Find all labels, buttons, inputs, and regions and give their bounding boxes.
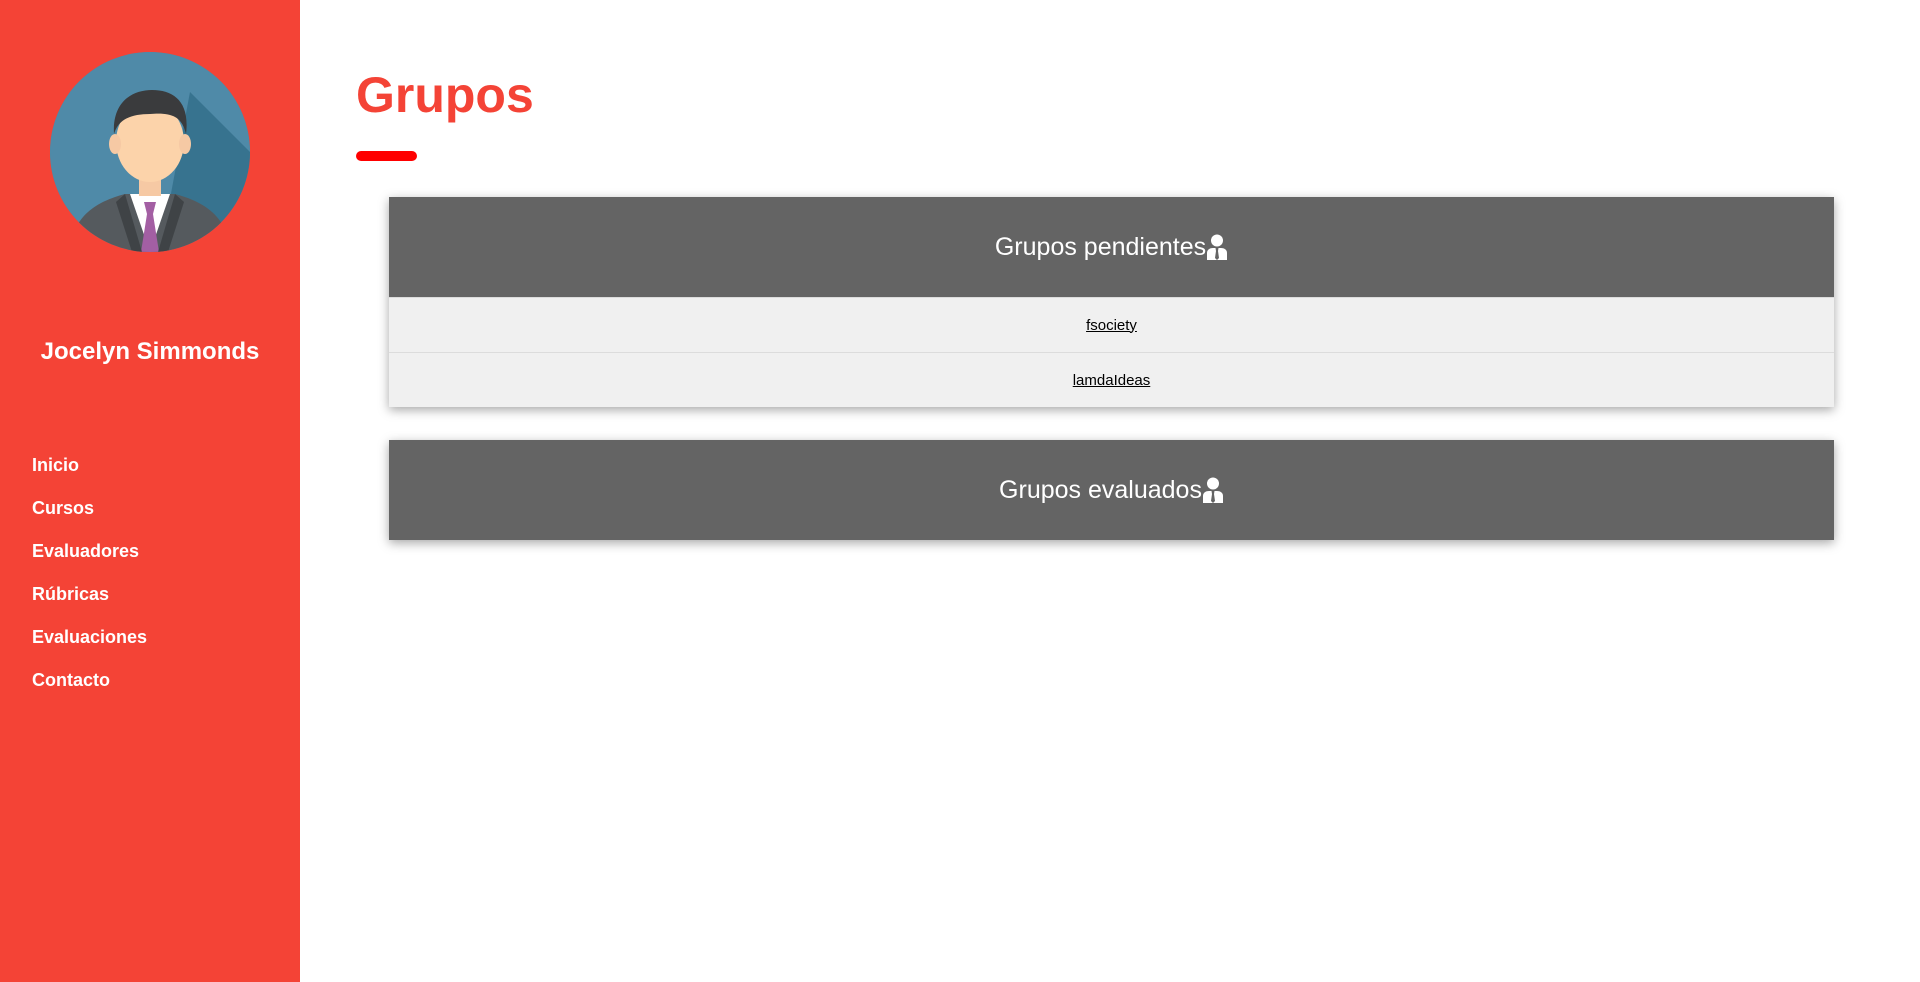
avatar-illustration xyxy=(50,52,250,252)
nav-item: Rúbricas xyxy=(32,581,147,624)
avatar xyxy=(50,52,250,252)
sidebar: Jocelyn Simmonds Inicio Cursos Evaluador… xyxy=(0,0,300,982)
nav-item: Cursos xyxy=(32,495,147,538)
pending-groups-card: Grupos pendientes fsociety lamdaIdeas xyxy=(389,197,1834,407)
app: Jocelyn Simmonds Inicio Cursos Evaluador… xyxy=(0,0,1920,982)
person-tie-icon xyxy=(1202,477,1224,503)
pending-groups-heading: Grupos pendientes xyxy=(994,232,1207,261)
nav-item: Inicio xyxy=(32,452,147,495)
user-name: Jocelyn Simmonds xyxy=(40,338,260,365)
group-link-fsociety[interactable]: fsociety xyxy=(1086,317,1137,334)
evaluated-groups-header: Grupos evaluados xyxy=(389,440,1834,540)
nav-item: Evaluaciones xyxy=(32,624,147,667)
person-tie-icon xyxy=(1206,234,1228,260)
pending-groups-header: Grupos pendientes xyxy=(389,197,1834,297)
group-link-lamdaideas[interactable]: lamdaIdeas xyxy=(1073,372,1151,389)
evaluated-groups-card: Grupos evaluados xyxy=(389,440,1834,540)
evaluated-groups-heading: Grupos evaluados xyxy=(999,475,1202,504)
sidebar-nav: Inicio Cursos Evaluadores Rúbricas Evalu… xyxy=(32,452,147,710)
nav-item: Contacto xyxy=(32,667,147,710)
page-title: Grupos xyxy=(356,67,534,123)
nav-link-cursos[interactable]: Cursos xyxy=(32,495,94,521)
nav-link-evaluadores[interactable]: Evaluadores xyxy=(32,538,139,564)
group-row: fsociety xyxy=(389,297,1834,352)
group-row: lamdaIdeas xyxy=(389,352,1834,407)
nav-item: Evaluadores xyxy=(32,538,147,581)
nav-link-contacto[interactable]: Contacto xyxy=(32,667,110,693)
nav-link-evaluaciones[interactable]: Evaluaciones xyxy=(32,624,147,650)
title-underline xyxy=(356,151,417,161)
nav-link-rubricas[interactable]: Rúbricas xyxy=(32,581,109,607)
nav-link-inicio[interactable]: Inicio xyxy=(32,452,79,478)
